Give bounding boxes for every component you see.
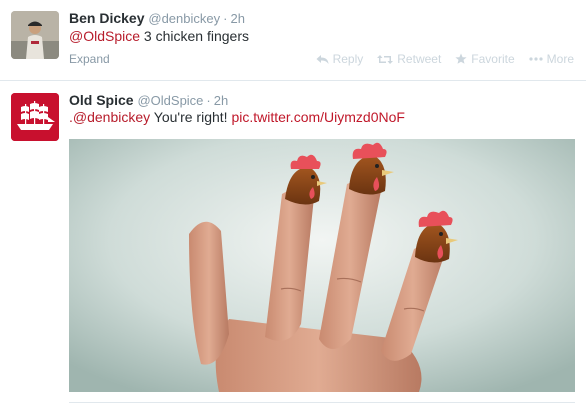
more-dots-icon [529,57,543,61]
tweet-actions: Reply Retweet Favorite More [316,52,574,66]
tweet-header: Ben Dickey @denbickey · 2h [69,10,245,26]
separator-dot: · [206,93,211,108]
tweet-ben-dickey[interactable]: Ben Dickey @denbickey · 2h @OldSpice 3 chi… [0,0,586,81]
more-button[interactable]: More [529,52,574,66]
baseball-player-avatar-icon [11,11,59,59]
retweet-icon [377,54,394,64]
timestamp[interactable]: 2h [214,93,228,108]
reply-label: Reply [332,52,364,66]
tweet-text: @OldSpice 3 chicken fingers [69,28,249,44]
reply-icon [316,54,329,64]
username[interactable]: @denbickey [148,11,220,26]
tweet-old-spice[interactable]: Old Spice @OldSpice · 2h .@denbickey You'r… [0,81,586,404]
expand-link[interactable]: Expand [69,52,110,66]
favorite-button[interactable]: Favorite [455,52,515,66]
favorite-star-icon [455,53,467,64]
mention-link[interactable]: @OldSpice [69,28,140,44]
pic-link[interactable]: pic.twitter.com/Uiymzd0NoF [231,109,404,125]
chicken-fingers-photo [69,139,575,392]
tweet-photo[interactable] [69,139,575,392]
tweet-body: You're right! [150,109,232,125]
separator-dot: · [223,11,228,26]
retweet-button[interactable]: Retweet [377,52,441,66]
reply-button[interactable]: Reply [316,52,364,66]
favorite-label: Favorite [471,52,515,66]
tweet-header: Old Spice @OldSpice · 2h [69,92,228,108]
more-label: More [546,52,574,66]
mention-link[interactable]: .@denbickey [69,109,150,125]
ship-logo-icon [11,93,59,141]
retweet-label: Retweet [397,52,442,66]
fullname[interactable]: Ben Dickey [69,10,144,26]
fullname[interactable]: Old Spice [69,92,134,108]
tweet-text: .@denbickey You're right! pic.twitter.co… [69,109,405,125]
timestamp[interactable]: 2h [230,11,244,26]
avatar[interactable] [11,93,59,141]
tweet-body: 3 chicken fingers [140,28,249,44]
username[interactable]: @OldSpice [137,93,203,108]
divider [69,402,575,403]
avatar[interactable] [11,11,59,59]
